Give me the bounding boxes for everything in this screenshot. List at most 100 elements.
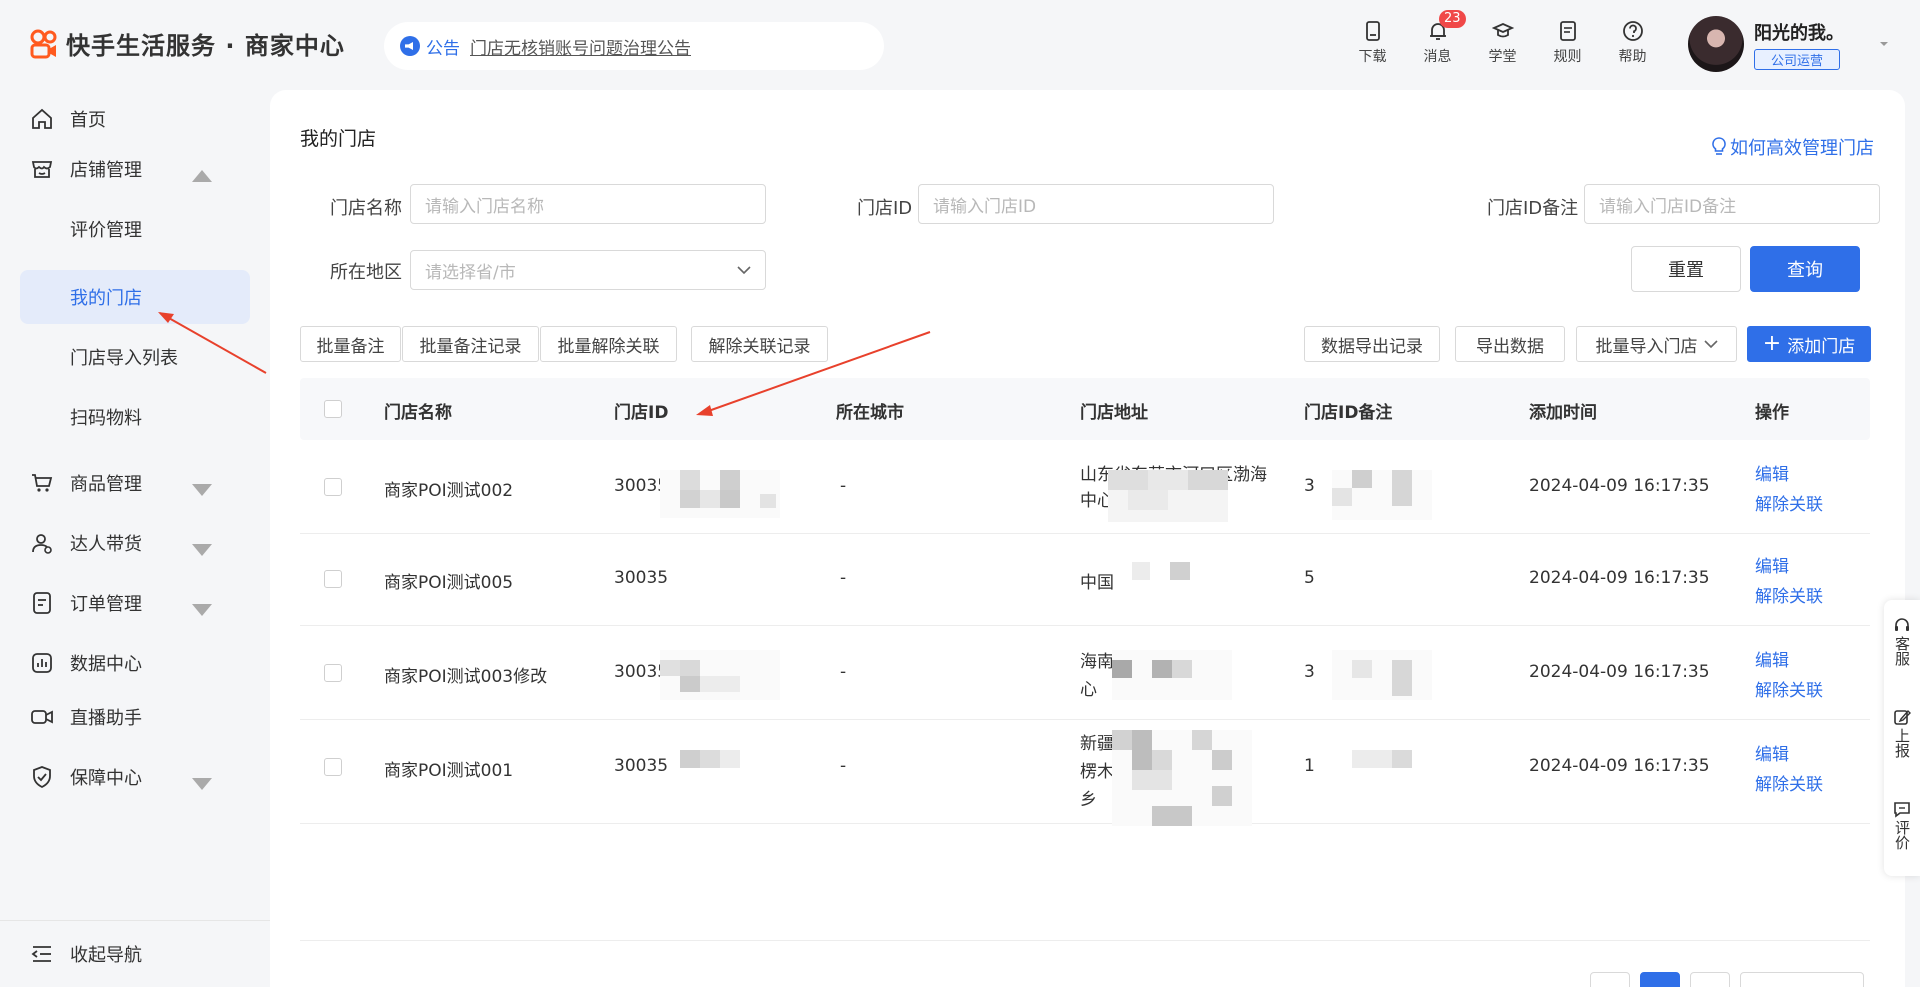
page-size-select[interactable] — [1740, 972, 1864, 987]
customer-service-label: 客服 — [1893, 636, 1911, 666]
sidebar-item-data-center[interactable]: 数据中心 — [20, 636, 250, 690]
chevron-down-icon[interactable] — [1878, 38, 1890, 50]
sidebar-item-home[interactable]: 首页 — [20, 92, 250, 146]
table-header: 门店名称 门店ID 所在城市 门店地址 门店ID备注 添加时间 操作 — [300, 378, 1870, 440]
export-log-button[interactable]: 数据导出记录 — [1304, 326, 1440, 362]
edit-report-icon — [1894, 709, 1911, 725]
store-id-remark-input[interactable]: 请输入门店ID备注 — [1584, 184, 1880, 224]
pagination-prev-button[interactable] — [1590, 972, 1630, 987]
sidebar-item-live-assistant[interactable]: 直播助手 — [20, 690, 250, 744]
sidebar-item-reviews[interactable]: 评价管理 — [20, 202, 250, 256]
feedback-label: 评价 — [1893, 820, 1911, 850]
added-time-cell: 2024-04-09 16:17:35 — [1529, 568, 1710, 588]
export-data-button[interactable]: 导出数据 — [1455, 326, 1565, 362]
help-manage-stores-link[interactable]: 如何高效管理门店 — [1710, 134, 1874, 160]
message-count-badge: 23 — [1439, 10, 1466, 28]
sidebar-item-store-import-list[interactable]: 门店导入列表 — [20, 330, 250, 384]
academy-button[interactable]: 学堂 — [1470, 20, 1535, 66]
sidebar-item-guarantee[interactable]: 保障中心 — [20, 750, 250, 804]
download-button[interactable]: 下载 — [1340, 20, 1405, 66]
row-checkbox[interactable] — [324, 758, 342, 776]
pagination-current-page[interactable] — [1640, 972, 1680, 987]
header-toolbar: 下载 23 消息 学堂 规则 帮助 — [1340, 10, 1665, 66]
unlink-link[interactable]: 解除关联 — [1755, 770, 1823, 795]
sidebar-label-live-assistant: 直播助手 — [70, 708, 142, 729]
chevron-down-icon — [1703, 340, 1718, 349]
user-menu[interactable]: 阳光的我。 公司运营 — [1688, 16, 1844, 72]
pagination-next-button[interactable] — [1690, 972, 1730, 987]
kuaishou-logo-icon — [30, 29, 57, 58]
chevron-down-icon — [192, 544, 212, 556]
help-label: 帮助 — [1618, 49, 1647, 65]
address-cell: 中国 — [1080, 573, 1114, 593]
redaction-mosaic — [1332, 740, 1432, 780]
edit-link[interactable]: 编辑 — [1755, 740, 1789, 765]
help-circle-icon — [1622, 21, 1643, 41]
sidebar-item-orders[interactable]: 订单管理 — [20, 576, 250, 630]
batch-remark-log-button[interactable]: 批量备注记录 — [402, 326, 539, 362]
query-button[interactable]: 查询 — [1750, 246, 1860, 292]
unlink-log-button[interactable]: 解除关联记录 — [691, 326, 828, 362]
select-all-checkbox[interactable] — [324, 400, 342, 418]
store-id-input[interactable]: 请输入门店ID — [918, 184, 1274, 224]
sidebar-label-store-mgmt: 店铺管理 — [70, 160, 142, 181]
region-placeholder: 请选择省/市 — [425, 262, 516, 283]
sidebar-item-my-stores[interactable]: 我的门店 — [20, 270, 250, 324]
sidebar-item-store-mgmt[interactable]: 店铺管理 — [20, 142, 250, 196]
document-icon — [1559, 21, 1576, 41]
rules-button[interactable]: 规则 — [1535, 20, 1600, 66]
region-label: 所在地区 — [330, 262, 402, 283]
store-name-cell: 商家POI测试005 — [384, 573, 514, 593]
id-remark-cell: 3 — [1304, 476, 1315, 496]
user-name: 阳光的我。 — [1754, 22, 1844, 44]
region-select[interactable]: 请选择省/市 — [410, 250, 766, 290]
sidebar-item-qr-materials[interactable]: 扫码物料 — [20, 390, 250, 444]
announcement-link[interactable]: 门店无核销账号问题治理公告 — [470, 34, 691, 59]
row-checkbox[interactable] — [324, 478, 342, 496]
city-cell: - — [840, 476, 847, 496]
batch-remark-button[interactable]: 批量备注 — [300, 326, 401, 362]
report-label: 上报 — [1893, 728, 1911, 758]
unlink-link[interactable]: 解除关联 — [1755, 582, 1823, 607]
add-store-label: 添加门店 — [1787, 336, 1856, 357]
batch-import-stores-dropdown[interactable]: 批量导入门店 — [1576, 326, 1737, 362]
sidebar-item-talent[interactable]: 达人带货 — [20, 516, 250, 570]
table-row: 商家POI测试002 30035 - 山东省东营市河口区渤海中心 3 2024-… — [300, 440, 1870, 534]
store-id-placeholder: 请输入门店ID — [933, 196, 1037, 217]
main-panel: 我的门店 如何高效管理门店 门店名称 请输入门店名称 门店ID 请输入门店ID … — [270, 90, 1905, 987]
user-role-badge: 公司运营 — [1754, 48, 1841, 70]
reset-button[interactable]: 重置 — [1631, 246, 1741, 292]
collapse-nav-button[interactable]: 收起导航 — [0, 920, 270, 987]
add-store-button[interactable]: + 添加门店 — [1747, 326, 1871, 362]
row-checkbox[interactable] — [324, 570, 342, 588]
city-cell: - — [840, 662, 847, 682]
batch-import-label: 批量导入门店 — [1595, 336, 1698, 357]
edit-link[interactable]: 编辑 — [1755, 552, 1789, 577]
feedback-button[interactable]: 评价 — [1884, 800, 1920, 854]
table-row: 商家POI测试003修改 30035 - 海南心 3 2024-04-09 16… — [300, 626, 1870, 720]
unlink-link[interactable]: 解除关联 — [1755, 490, 1823, 515]
messages-button[interactable]: 23 消息 — [1405, 10, 1470, 66]
report-button[interactable]: 上报 — [1884, 708, 1920, 762]
help-button[interactable]: 帮助 — [1600, 20, 1665, 66]
sidebar-label-orders: 订单管理 — [70, 594, 142, 615]
announcement-bar[interactable]: 公告 门店无核销账号问题治理公告 — [384, 22, 884, 70]
row-checkbox[interactable] — [324, 664, 342, 682]
table-row: 商家POI测试001 30035 - 新疆楞木乡 1 2024-04-09 16… — [300, 720, 1870, 824]
sidebar-label-guarantee: 保障中心 — [70, 768, 142, 789]
store-name-input[interactable]: 请输入门店名称 — [410, 184, 766, 224]
redaction-mosaic — [660, 470, 780, 518]
batch-unlink-button[interactable]: 批量解除关联 — [540, 326, 677, 362]
top-header: 快手生活服务 · 商家中心 公告 门店无核销账号问题治理公告 下载 23 消息 … — [0, 0, 1920, 92]
column-header-store-name: 门店名称 — [384, 403, 452, 423]
cart-icon — [32, 474, 53, 492]
edit-link[interactable]: 编辑 — [1755, 646, 1789, 671]
redaction-mosaic — [660, 650, 780, 700]
customer-service-button[interactable]: 客服 — [1884, 616, 1920, 670]
sidebar-item-goods[interactable]: 商品管理 — [20, 456, 250, 510]
edit-link[interactable]: 编辑 — [1755, 460, 1789, 485]
unlink-link[interactable]: 解除关联 — [1755, 676, 1823, 701]
added-time-cell: 2024-04-09 16:17:35 — [1529, 662, 1710, 682]
brand-logo[interactable]: 快手生活服务 · 商家中心 — [28, 26, 345, 61]
added-time-cell: 2024-04-09 16:17:35 — [1529, 756, 1710, 776]
